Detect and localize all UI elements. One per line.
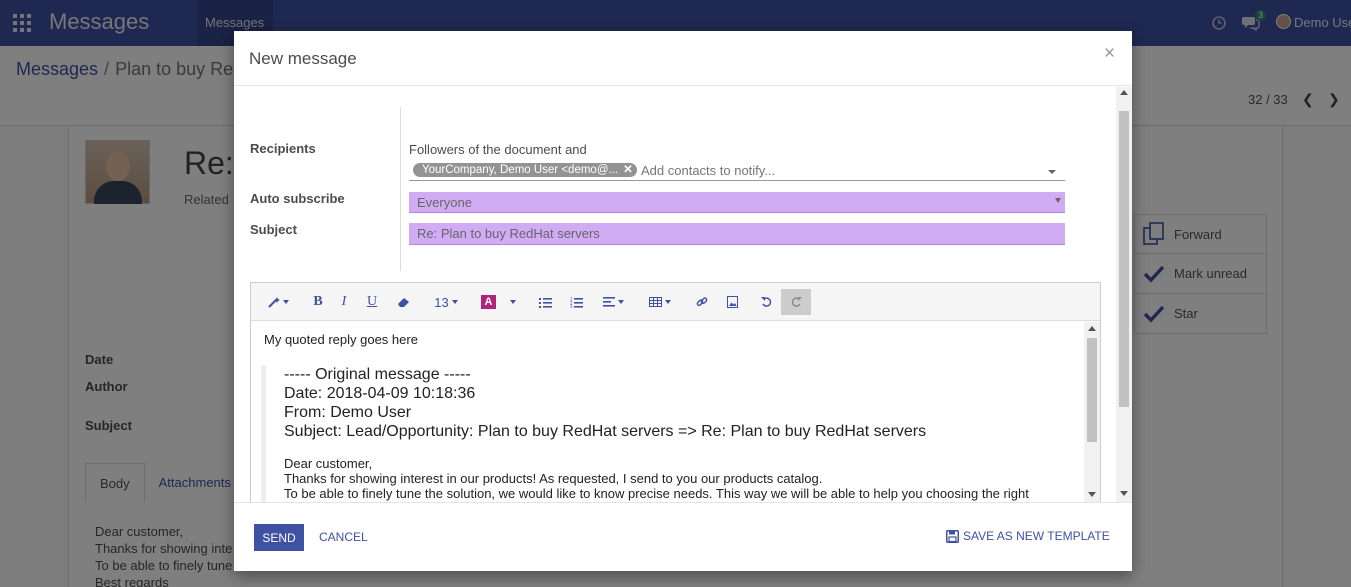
editor-scrollbar[interactable] bbox=[1084, 322, 1100, 502]
recipients-input[interactable] bbox=[641, 163, 1041, 178]
redo-icon[interactable] bbox=[781, 289, 811, 315]
quote-header: ----- Original message ----- Date: 2018-… bbox=[284, 365, 1076, 441]
recipients-label: Recipients bbox=[250, 141, 316, 156]
subject-label: Subject bbox=[250, 222, 297, 237]
chevron-down-icon[interactable] bbox=[1048, 170, 1056, 174]
bold-button[interactable]: B bbox=[309, 289, 327, 315]
italic-button[interactable]: I bbox=[336, 289, 352, 315]
undo-icon[interactable] bbox=[759, 289, 775, 315]
quote-line: From: Demo User bbox=[284, 404, 412, 421]
font-color-icon[interactable]: A bbox=[481, 295, 496, 309]
quote-line: ----- Original message ----- bbox=[284, 366, 471, 383]
quote-body-line: Thanks for showing interest in our produ… bbox=[284, 471, 823, 486]
scroll-up-icon[interactable] bbox=[1120, 90, 1128, 95]
font-color-dropdown[interactable] bbox=[506, 289, 516, 315]
dialog-scrollbar[interactable] bbox=[1116, 87, 1132, 502]
quoted-message: ----- Original message ----- Date: 2018-… bbox=[261, 365, 1076, 502]
eraser-icon[interactable] bbox=[393, 289, 413, 315]
table-dropdown[interactable] bbox=[648, 289, 672, 315]
scrollbar-thumb[interactable] bbox=[1087, 338, 1097, 442]
remove-tag-icon[interactable]: ✕ bbox=[623, 164, 633, 176]
dialog-header: New message × bbox=[234, 31, 1132, 86]
scroll-down-icon[interactable] bbox=[1088, 492, 1096, 497]
quote-line: Subject: Lead/Opportunity: Plan to buy R… bbox=[284, 423, 927, 440]
align-dropdown[interactable] bbox=[600, 289, 626, 315]
quote-body-line: Dear customer, bbox=[284, 456, 373, 471]
dialog-footer: SEND CANCEL SAVE AS NEW TEMPLATE bbox=[234, 502, 1132, 571]
html-editor: B I U 13 A 123 My quoted reply goes here… bbox=[250, 282, 1101, 502]
scrollbar-thumb[interactable] bbox=[1119, 111, 1129, 407]
recipients-field[interactable]: YourCompany, Demo User <demo@... ✕ bbox=[409, 161, 1065, 181]
editor-toolbar: B I U 13 A 123 bbox=[251, 283, 1100, 321]
auto-subscribe-label: Auto subscribe bbox=[250, 191, 345, 206]
auto-subscribe-select[interactable]: Everyone bbox=[409, 192, 1065, 213]
quote-body: Dear customer, Thanks for showing intere… bbox=[284, 456, 1076, 501]
align-icon bbox=[602, 297, 615, 307]
scroll-up-icon[interactable] bbox=[1088, 326, 1096, 331]
underline-button[interactable]: U bbox=[363, 289, 381, 315]
quote-body-line: To be able to finely tune the solution, … bbox=[284, 486, 1029, 501]
image-icon[interactable] bbox=[725, 289, 739, 315]
scroll-down-icon[interactable] bbox=[1120, 491, 1128, 496]
new-message-dialog: New message × Recipients Auto subscribe … bbox=[234, 31, 1132, 571]
recipient-tag: YourCompany, Demo User <demo@... ✕ bbox=[413, 163, 637, 177]
link-icon[interactable] bbox=[695, 289, 709, 315]
chevron-down-icon bbox=[1055, 198, 1061, 203]
magic-wand-icon bbox=[267, 297, 280, 308]
recipient-tag-label: YourCompany, Demo User <demo@... bbox=[422, 164, 619, 176]
cancel-button[interactable]: CANCEL bbox=[319, 530, 368, 544]
send-button[interactable]: SEND bbox=[254, 524, 304, 551]
font-size-value: 13 bbox=[434, 294, 449, 310]
subject-input[interactable] bbox=[409, 223, 1065, 245]
ordered-list-icon[interactable]: 123 bbox=[569, 289, 583, 315]
label-divider bbox=[400, 107, 401, 271]
table-icon bbox=[649, 297, 662, 307]
svg-text:3: 3 bbox=[570, 304, 573, 308]
close-icon[interactable]: × bbox=[1104, 43, 1115, 65]
style-dropdown-button[interactable] bbox=[264, 289, 292, 315]
reply-text: My quoted reply goes here bbox=[264, 332, 418, 347]
followers-text: Followers of the document and bbox=[409, 142, 587, 157]
quote-line: Date: 2018-04-09 10:18:36 bbox=[284, 385, 476, 402]
font-size-dropdown[interactable]: 13 bbox=[431, 289, 461, 315]
editor-content[interactable]: My quoted reply goes here ----- Original… bbox=[251, 322, 1084, 502]
auto-subscribe-value: Everyone bbox=[417, 195, 472, 210]
floppy-disk-icon bbox=[946, 529, 959, 543]
save-template-label: SAVE AS NEW TEMPLATE bbox=[963, 529, 1110, 543]
dialog-title: New message bbox=[249, 49, 357, 68]
unordered-list-icon[interactable] bbox=[538, 289, 552, 315]
dialog-body: Recipients Auto subscribe Subject Follow… bbox=[234, 87, 1132, 502]
save-template-button[interactable]: SAVE AS NEW TEMPLATE bbox=[946, 529, 1110, 543]
